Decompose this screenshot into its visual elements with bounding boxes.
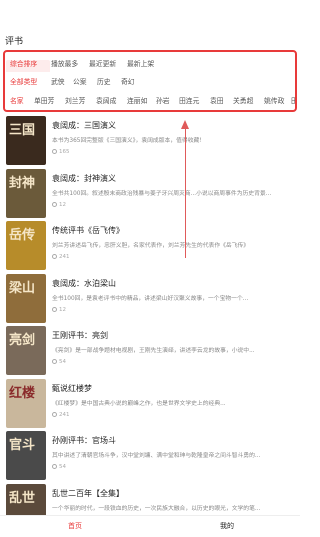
play-count-value: 241 <box>59 411 70 418</box>
type-filter-row: 全部类型 武侠 公案 历史 奇幻 <box>5 74 295 90</box>
play-icon <box>52 464 57 469</box>
cover-text: 岳传 <box>9 228 36 243</box>
play-count: 12 <box>52 306 66 313</box>
filter-artist-10[interactable]: 田 <box>291 93 295 109</box>
book-title: 乱世二百年【全集】 <box>52 488 124 498</box>
play-icon <box>52 411 57 417</box>
play-count-value: 165 <box>59 149 70 155</box>
book-item[interactable]: 梁山 袁阔成：水泊梁山 全书100回，是袁老评书中的精品，讲述梁山好汉聚义故事，… <box>0 273 300 327</box>
filter-artist-8[interactable]: 关勇超 <box>233 93 253 109</box>
book-cover: 红楼 <box>6 378 46 428</box>
tab-mine[interactable]: 我的 <box>220 521 234 531</box>
cover-text: 官斗 <box>9 438 36 453</box>
book-item[interactable]: 封神 袁阔成：封神演义 全书共100回。叙述殷末商政治残暴与姜子牙兴周灭商...… <box>0 168 300 222</box>
book-title: 袁阔成：封神演义 <box>52 173 116 183</box>
filter-sort-0[interactable]: 综合排序 <box>10 56 37 72</box>
book-cover: 三国 <box>6 116 46 165</box>
filter-artist-5[interactable]: 孙岩 <box>156 93 170 109</box>
play-count-value: 241 <box>59 254 70 260</box>
filter-panel: 综合排序 播放最多 最近更新 最新上架 全部类型 武侠 公案 历史 奇幻 名家 … <box>3 50 297 112</box>
artist-filter-row: 名家 单田芳 刘兰芳 袁阔成 连丽如 孙岩 田连元 袁田 关勇超 姚传政 田 <box>5 93 295 109</box>
play-count-value: 54 <box>59 359 66 365</box>
book-item[interactable]: 官斗 孙刚评书：官场斗 其中讲述了清朝官场斗争，汉中堂刘墉、满中堂和珅与乾隆皇帝… <box>0 431 300 484</box>
book-cover: 梁山 <box>6 273 46 323</box>
play-count: 165 <box>52 149 70 155</box>
cover-text: 亮剑 <box>9 333 36 348</box>
filter-type-3[interactable]: 历史 <box>97 74 111 90</box>
filter-artist-9[interactable]: 姚传政 <box>264 93 284 109</box>
bottom-tab-bar: 首页 我的 <box>0 515 300 537</box>
filter-type-4[interactable]: 奇幻 <box>121 74 135 90</box>
book-item[interactable]: 岳传 传统评书《岳飞传》 刘兰芳讲述岳飞传，忠肝义胆，名家代表作，刘兰芳先生的代… <box>0 221 300 274</box>
book-desc: 《亮剑》是一部战争题材电视剧，王刚先生演绎，讲述李云龙的故事，小说中... <box>52 348 255 354</box>
filter-sort-2[interactable]: 最近更新 <box>89 56 116 72</box>
play-count: 54 <box>52 359 66 365</box>
filter-artist-6[interactable]: 田连元 <box>179 93 199 109</box>
book-title: 袁阔成：水泊梁山 <box>52 278 116 288</box>
cover-text: 乱世 <box>9 490 36 506</box>
play-count-value: 12 <box>59 306 66 313</box>
filter-artist-2[interactable]: 刘兰芳 <box>65 93 85 109</box>
book-cover: 封神 <box>6 168 46 218</box>
filter-type-2[interactable]: 公案 <box>73 74 87 90</box>
book-desc: 《红楼梦》是中国古典小说的巅峰之作，也是世界文学史上的经典... <box>52 400 226 407</box>
filter-sort-1[interactable]: 播放最多 <box>51 56 78 72</box>
filter-type-1[interactable]: 武侠 <box>51 74 65 90</box>
play-count: 241 <box>52 411 70 418</box>
tab-home[interactable]: 首页 <box>68 521 82 531</box>
book-desc: 其中讲述了清朝官场斗争，汉中堂刘墉、满中堂和珅与乾隆皇帝之间斗智斗勇的... <box>52 453 261 459</box>
play-count-value: 12 <box>59 201 66 208</box>
page-title: 评书 <box>5 37 24 47</box>
cover-text: 红楼 <box>9 385 36 401</box>
page-header: 评书 <box>0 0 300 47</box>
cover-text: 封神 <box>9 175 36 191</box>
book-cover: 官斗 <box>6 431 46 480</box>
book-title: 孙刚评书：官场斗 <box>52 436 116 445</box>
book-desc: 全书100回，是袁老评书中的精品，讲述梁山好汉聚义故事，一个宝物一个... <box>52 295 249 302</box>
filter-artist-4[interactable]: 连丽如 <box>127 93 147 109</box>
play-icon <box>52 359 57 364</box>
book-cover: 岳传 <box>6 221 46 270</box>
book-title: 袁阔成：三国演义 <box>52 121 116 130</box>
play-icon <box>52 254 57 259</box>
sort-filter-row: 综合排序 播放最多 最近更新 最新上架 <box>5 56 295 72</box>
play-icon <box>52 149 57 154</box>
play-count: 12 <box>52 201 66 208</box>
play-count: 54 <box>52 464 66 470</box>
filter-sort-3[interactable]: 最新上架 <box>127 56 154 72</box>
play-count: 241 <box>52 254 70 260</box>
book-item[interactable]: 亮剑 王刚评书：亮剑 《亮剑》是一部战争题材电视剧，王刚先生演绎，讲述李云龙的故… <box>0 326 300 379</box>
filter-artist-1[interactable]: 单田芳 <box>34 93 54 109</box>
filter-artist-3[interactable]: 袁阔成 <box>96 93 116 109</box>
annotation-arrow-line <box>185 128 186 258</box>
book-desc: 一个华丽的时代，一段铁血的历史，一次民族大融合，以历史的眼光，文学的笔... <box>52 505 261 512</box>
book-item[interactable]: 红楼 甄说红楼梦 《红楼梦》是中国古典小说的巅峰之作，也是世界文学史上的经典..… <box>0 378 300 432</box>
book-desc: 本书为365回完整版《三国演义》，袁阔成版本，值得收藏！ <box>52 138 206 144</box>
book-item[interactable]: 三国 袁阔成：三国演义 本书为365回完整版《三国演义》，袁阔成版本，值得收藏！… <box>0 116 300 169</box>
book-title: 传统评书《岳飞传》 <box>52 226 124 235</box>
book-title: 甄说红楼梦 <box>52 383 92 393</box>
cover-text: 梁山 <box>9 280 36 296</box>
play-icon <box>52 201 57 207</box>
filter-artist-0[interactable]: 名家 <box>10 93 24 109</box>
cover-text: 三国 <box>9 123 36 138</box>
play-icon <box>52 306 57 312</box>
play-count-value: 54 <box>59 464 66 470</box>
filter-type-0[interactable]: 全部类型 <box>10 74 37 90</box>
book-desc: 全书共100回。叙述殷末商政治残暴与姜子牙兴周灭商...小说以商周事件为历史背景… <box>52 190 272 197</box>
book-list: 三国 袁阔成：三国演义 本书为365回完整版《三国演义》，袁阔成版本，值得收藏！… <box>0 116 300 536</box>
book-title: 王刚评书：亮剑 <box>52 331 108 340</box>
filter-artist-7[interactable]: 袁田 <box>210 93 224 109</box>
book-cover: 亮剑 <box>6 326 46 375</box>
book-desc: 刘兰芳讲述岳飞传，忠肝义胆，名家代表作，刘兰芳先生的代表作《岳飞传》 <box>52 243 250 249</box>
